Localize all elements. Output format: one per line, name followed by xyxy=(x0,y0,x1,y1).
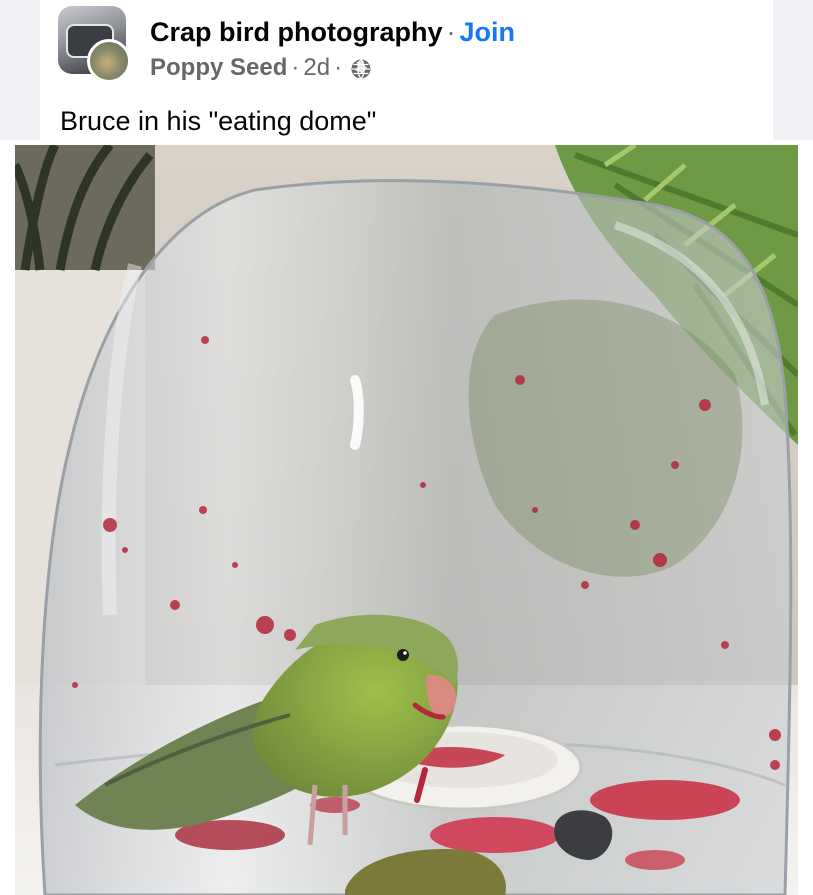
post-photo[interactable] xyxy=(15,145,798,895)
join-button[interactable]: Join xyxy=(460,17,516,47)
separator-dot: · xyxy=(446,17,456,47)
feed-background-left xyxy=(0,0,40,140)
feed-background-right xyxy=(773,0,813,140)
post-header: Crap bird photography · Join Poppy Seed · 2d… xyxy=(150,14,515,84)
post-caption: Bruce in his "eating dome" xyxy=(60,106,377,136)
separator-dot: · xyxy=(291,54,300,81)
avatar-stack[interactable] xyxy=(58,6,138,83)
group-name-link[interactable]: Crap bird photography xyxy=(150,17,443,47)
post-meta: Poppy Seed · 2d · xyxy=(150,52,515,84)
globe-icon[interactable] xyxy=(350,57,372,79)
separator-dot: · xyxy=(334,54,343,81)
post-timestamp[interactable]: 2d xyxy=(303,52,330,84)
author-name-link[interactable]: Poppy Seed xyxy=(150,52,287,84)
group-line: Crap bird photography · Join xyxy=(150,14,515,50)
author-avatar[interactable] xyxy=(87,39,131,83)
